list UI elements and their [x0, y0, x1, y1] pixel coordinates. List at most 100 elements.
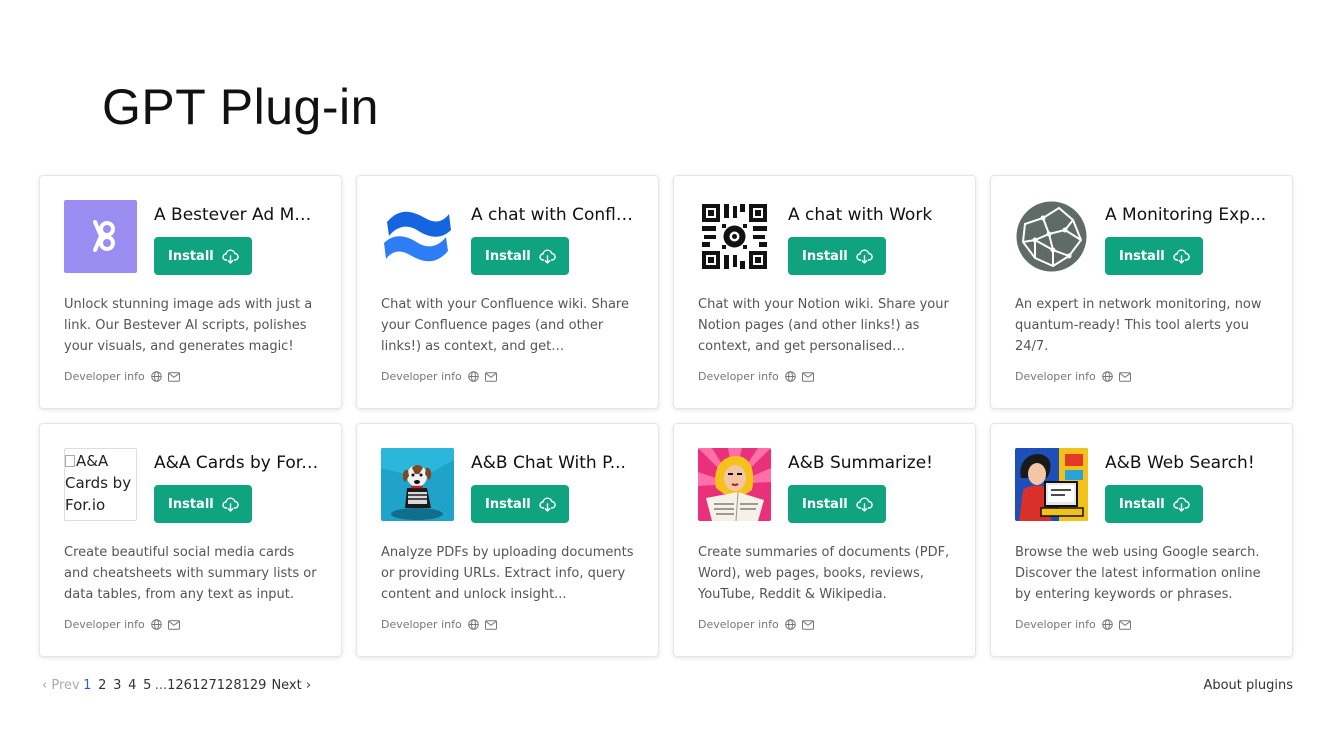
globe-icon[interactable]: [784, 371, 796, 382]
next-label: Next: [271, 678, 302, 693]
install-label: Install: [168, 248, 214, 264]
globe-icon[interactable]: [784, 619, 796, 630]
cloud-download-icon: [856, 497, 873, 512]
chevron-left-icon: ‹: [42, 678, 48, 693]
page-button[interactable]: 126: [167, 678, 192, 693]
plugin-name: A&B Chat With P...: [471, 453, 626, 473]
plugin-card: A Bestever Ad Ma... Install Unlock stunn…: [39, 175, 342, 409]
install-button[interactable]: Install: [471, 237, 569, 275]
globe-icon[interactable]: [1101, 619, 1113, 630]
plugin-grid: A Bestever Ad Ma... Install Unlock stunn…: [39, 175, 1293, 657]
install-button[interactable]: Install: [788, 485, 886, 523]
developer-info-link[interactable]: Developer info: [64, 370, 145, 383]
mail-icon[interactable]: [167, 619, 180, 630]
page-button[interactable]: 127: [192, 678, 217, 693]
plugin-card: A&B Web Search! Install Browse the web u…: [990, 423, 1293, 657]
dog-logo-icon: [381, 448, 454, 521]
about-plugins-link[interactable]: About plugins: [1203, 678, 1293, 693]
qr-logo-icon: [698, 200, 771, 273]
install-label: Install: [485, 248, 531, 264]
plugin-name: A chat with Conflu...: [471, 205, 637, 225]
plugin-description: Browse the web using Google search. Disc…: [1015, 545, 1261, 602]
developer-info-link[interactable]: Developer info: [381, 618, 462, 631]
developer-info-link[interactable]: Developer info: [1015, 370, 1096, 383]
next-page-button[interactable]: Next ›: [271, 678, 311, 693]
plugin-description: An expert in network monitoring, now qua…: [1015, 297, 1262, 354]
plugin-card: A&B Chat With P... Install Analyze PDFs …: [356, 423, 659, 657]
install-button[interactable]: Install: [788, 237, 886, 275]
page-title: GPT Plug-in: [102, 79, 379, 135]
plugin-name: A&A Cards by For....: [154, 453, 320, 473]
install-button[interactable]: Install: [154, 485, 252, 523]
plugin-name: A&B Summarize!: [788, 453, 933, 473]
mail-icon[interactable]: [484, 619, 497, 630]
page-button[interactable]: 129: [242, 678, 267, 693]
plugin-store-page: GPT Plug-in A Bestever Ad Ma... Install …: [0, 0, 1334, 750]
popart-reader-logo-icon: [698, 448, 771, 521]
page-button[interactable]: 3: [110, 678, 125, 693]
page-button[interactable]: 5: [140, 678, 155, 693]
popart-computer-logo-icon: [1015, 448, 1088, 521]
globe-icon[interactable]: [150, 371, 162, 382]
install-label: Install: [485, 496, 531, 512]
plugin-name: A&B Web Search!: [1105, 453, 1255, 473]
page-button[interactable]: 128: [217, 678, 242, 693]
cloud-download-icon: [1173, 497, 1190, 512]
mail-icon[interactable]: [801, 619, 814, 630]
install-label: Install: [802, 496, 848, 512]
install-label: Install: [1119, 496, 1165, 512]
pagination-ellipsis: ...: [154, 678, 168, 693]
plugin-card: A chat with Conflu... Install Chat with …: [356, 175, 659, 409]
confluence-logo-icon: [381, 200, 454, 273]
globe-icon[interactable]: [467, 371, 479, 382]
mail-icon[interactable]: [801, 371, 814, 382]
cloud-download-icon: [539, 497, 556, 512]
install-button[interactable]: Install: [1105, 237, 1203, 275]
broken-image-icon: A&A Cards by For.io: [64, 448, 137, 521]
install-label: Install: [1119, 248, 1165, 264]
developer-info-link[interactable]: Developer info: [381, 370, 462, 383]
plugin-description: Create summaries of documents (PDF, Word…: [698, 545, 950, 602]
plugin-name: A Monitoring Exp...: [1105, 205, 1267, 225]
developer-info-link[interactable]: Developer info: [1015, 618, 1096, 631]
cloud-download-icon: [539, 249, 556, 264]
plugin-name: A Bestever Ad Ma...: [154, 205, 320, 225]
plugin-card: A Monitoring Exp... Install An expert in…: [990, 175, 1293, 409]
bestever-logo-icon: [64, 200, 137, 273]
page-button[interactable]: 2: [95, 678, 110, 693]
globe-icon[interactable]: [1101, 371, 1113, 382]
plugin-card: A&B Summarize! Install Create summaries …: [673, 423, 976, 657]
pagination: ‹ Prev 1 2 3 4 5 ... 126 127 128 129 Nex…: [42, 678, 311, 693]
mail-icon[interactable]: [167, 371, 180, 382]
page-button[interactable]: 1: [80, 678, 95, 693]
prev-page-button[interactable]: ‹ Prev: [42, 678, 80, 693]
plugin-description: Chat with your Notion wiki. Share your N…: [698, 297, 949, 354]
plugin-card: A chat with Work Install Chat with your …: [673, 175, 976, 409]
cloud-download-icon: [222, 497, 239, 512]
install-label: Install: [802, 248, 848, 264]
plugin-card: A&A Cards by For.io A&A Cards by For....…: [39, 423, 342, 657]
plugin-description: Chat with your Confluence wiki. Share yo…: [381, 297, 629, 354]
chevron-right-icon: ›: [305, 678, 312, 693]
install-button[interactable]: Install: [1105, 485, 1203, 523]
developer-info-link[interactable]: Developer info: [64, 618, 145, 631]
install-label: Install: [168, 496, 214, 512]
page-button[interactable]: 4: [125, 678, 140, 693]
cloud-download-icon: [222, 249, 239, 264]
plugin-description: Create beautiful social media cards and …: [64, 545, 317, 602]
globe-icon[interactable]: [150, 619, 162, 630]
network-logo-icon: [1015, 200, 1088, 273]
mail-icon[interactable]: [484, 371, 497, 382]
developer-info-link[interactable]: Developer info: [698, 370, 779, 383]
cloud-download-icon: [856, 249, 873, 264]
cloud-download-icon: [1173, 249, 1190, 264]
install-button[interactable]: Install: [471, 485, 569, 523]
plugin-name: A chat with Work: [788, 205, 933, 225]
mail-icon[interactable]: [1118, 619, 1131, 630]
plugin-description: Analyze PDFs by uploading documents or p…: [381, 545, 634, 602]
globe-icon[interactable]: [467, 619, 479, 630]
developer-info-link[interactable]: Developer info: [698, 618, 779, 631]
install-button[interactable]: Install: [154, 237, 252, 275]
mail-icon[interactable]: [1118, 371, 1131, 382]
plugin-description: Unlock stunning image ads with just a li…: [64, 297, 313, 354]
